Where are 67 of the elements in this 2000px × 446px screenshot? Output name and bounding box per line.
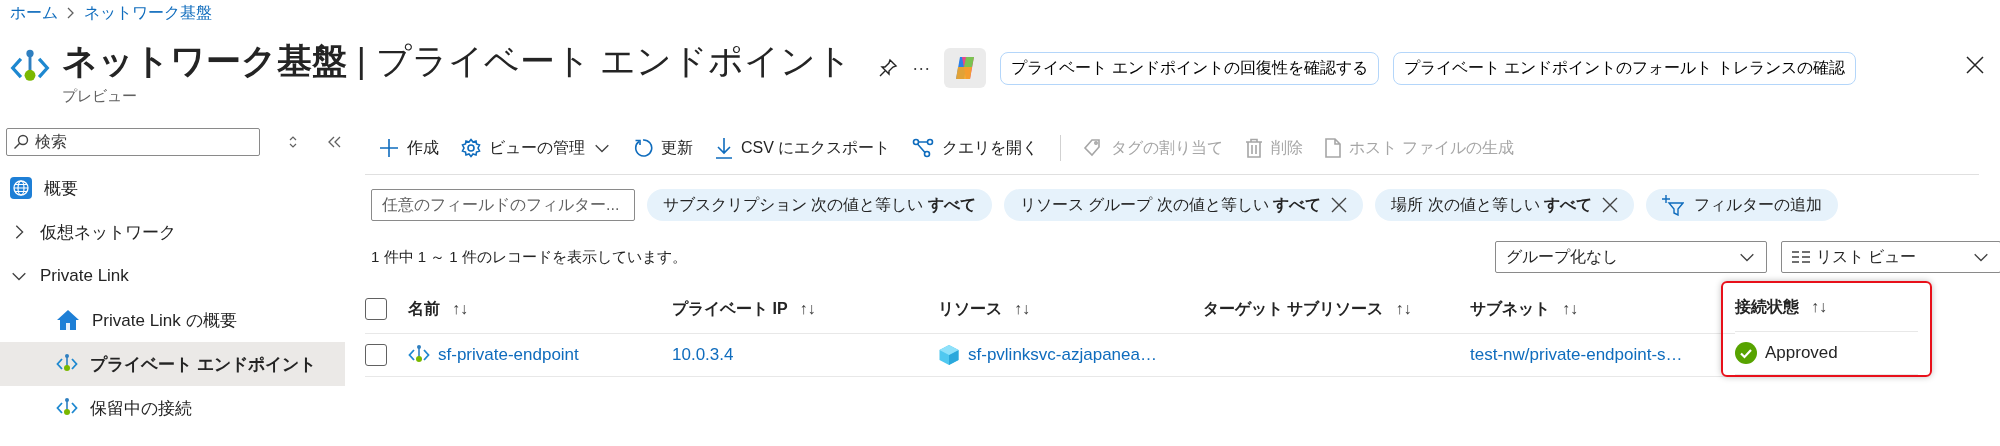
close-icon[interactable] xyxy=(1602,197,1619,213)
column-header[interactable]: ターゲット サブリソース xyxy=(1203,298,1384,320)
globe-icon xyxy=(10,177,32,199)
sort-toggle-icon[interactable] xyxy=(288,135,298,149)
view-dropdown[interactable]: リスト ビュー xyxy=(1781,241,2000,273)
column-header[interactable]: リソース xyxy=(938,298,1002,320)
add-filter-button[interactable]: フィルターの追加 xyxy=(1646,189,1839,221)
sidebar-item[interactable]: Private Link xyxy=(0,254,345,298)
checkbox[interactable] xyxy=(365,344,387,366)
column-header[interactable]: サブネット xyxy=(1470,298,1550,320)
filter-chip[interactable]: 場所 次の値と等しい すべて xyxy=(1375,189,1635,221)
filter-chip[interactable]: リソース グループ 次の値と等しい すべて xyxy=(1003,189,1364,221)
pin-icon[interactable] xyxy=(878,58,899,78)
toolbar-button[interactable]: ビューの管理 xyxy=(461,137,611,159)
resource-link[interactable]: sf-pvlinksvc-azjapanea… xyxy=(968,345,1157,365)
page-subtitle: プレビュー xyxy=(62,87,138,106)
toolbar-button[interactable]: 作成 xyxy=(379,137,439,159)
nodes-icon xyxy=(912,138,935,158)
sort-icon[interactable]: ↑↓ xyxy=(452,300,468,318)
breadcrumb-link[interactable]: ホーム xyxy=(10,2,58,24)
column-header[interactable]: プライベート IP xyxy=(672,298,788,320)
column-header[interactable]: 接続状態 xyxy=(1735,296,1799,318)
sidebar-item[interactable]: Private Link の概要 xyxy=(0,298,345,342)
list-icon xyxy=(1792,251,1810,263)
toolbar-button[interactable]: クエリを開く xyxy=(912,137,1039,159)
sort-icon[interactable]: ↑↓ xyxy=(1014,300,1030,318)
check-circle-icon xyxy=(1735,342,1757,364)
more-button[interactable]: ··· xyxy=(912,57,931,79)
subnet-link[interactable]: test-nw/private-endpoint-s… xyxy=(1470,345,1683,365)
plus-icon xyxy=(379,138,399,158)
refresh-icon xyxy=(633,138,653,158)
resource-link[interactable]: sf-private-endpoint xyxy=(438,345,579,365)
suggestion-button[interactable]: プライベート エンドポイントのフォールト トレランスの確認 xyxy=(1392,51,1856,85)
file-icon xyxy=(1325,138,1342,158)
grouping-dropdown[interactable]: グループ化なし xyxy=(1495,241,1767,273)
sort-icon[interactable]: ↑↓ xyxy=(1562,300,1578,318)
search-icon xyxy=(13,134,29,150)
cube-icon xyxy=(938,344,960,366)
sort-icon[interactable]: ↑↓ xyxy=(1811,298,1827,316)
close-icon[interactable] xyxy=(1966,56,1984,74)
chevron-icon xyxy=(66,7,76,19)
collapse-icon[interactable] xyxy=(326,135,342,149)
search-field[interactable]: 検索 xyxy=(6,128,260,156)
suggestion-button[interactable]: プライベート エンドポイントの回復性を確認する xyxy=(1000,51,1379,85)
sidebar-item[interactable]: 概要 xyxy=(0,166,345,210)
toolbar-button[interactable]: 更新 xyxy=(633,137,693,159)
sort-icon[interactable]: ↑↓ xyxy=(1395,300,1412,318)
sidebar-item[interactable]: プライベート エンドポイント xyxy=(0,342,345,386)
checkbox[interactable] xyxy=(365,298,387,320)
ip-link[interactable]: 10.0.3.4 xyxy=(672,345,734,365)
download-icon xyxy=(715,137,733,159)
toolbar-button[interactable]: CSV にエクスポート xyxy=(715,137,891,159)
sidebar-item[interactable]: 仮想ネットワーク xyxy=(0,210,345,254)
status-text: Approved xyxy=(1765,343,1838,363)
sidebar-item[interactable]: 保留中の接続 xyxy=(0,386,345,430)
filter-chip[interactable]: サブスクリプション 次の値と等しい すべて xyxy=(647,189,992,221)
add-filter-icon xyxy=(1662,194,1685,216)
filter-field[interactable]: 任意のフィールドのフィルター... xyxy=(371,189,635,221)
page-title: ネットワーク基盤 | プライベート エンドポイント xyxy=(62,40,853,82)
column-header[interactable]: 名前 xyxy=(408,298,440,320)
trash-icon xyxy=(1245,138,1264,158)
breadcrumb-link[interactable]: ネットワーク基盤 xyxy=(84,2,212,24)
sort-icon[interactable]: ↑↓ xyxy=(799,300,816,318)
close-icon[interactable] xyxy=(1331,197,1348,213)
record-count: 1 件中 1 ～ 1 件のレコードを表示しています。 xyxy=(371,247,688,267)
house-icon xyxy=(56,309,80,331)
gear-icon xyxy=(461,138,481,158)
